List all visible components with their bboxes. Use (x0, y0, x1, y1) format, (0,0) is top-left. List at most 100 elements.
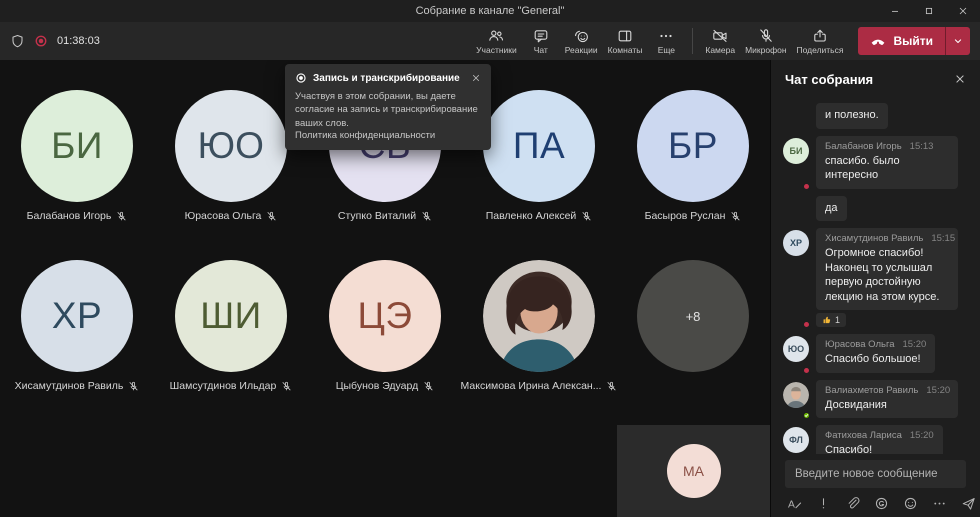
participant-name: Балабанов Игорь (27, 210, 112, 222)
compose-more-icon[interactable] (932, 496, 947, 511)
participant-name-row: Павленко Алексей (486, 209, 593, 223)
message-photo-avatar (783, 382, 809, 408)
presence-busy-badge (802, 320, 811, 329)
priority-icon[interactable] (816, 496, 831, 511)
recording-indicator-icon (34, 34, 48, 48)
mic-muted-icon (421, 211, 432, 222)
chat-close-button[interactable] (954, 73, 966, 85)
participant-tile[interactable]: БР Басыров Руслан (616, 90, 770, 223)
participant-name: Хисамутдинов Равиль (15, 380, 124, 392)
participant-tile[interactable]: ХР Хисамутдинов Равиль (0, 260, 154, 393)
rooms-icon (617, 28, 633, 44)
message-text: спасибо. было интересно (825, 154, 949, 183)
message-avatar: ХР (783, 230, 809, 256)
chat-title: Чат собрания (785, 72, 873, 87)
message-author: Фатихова Лариса (825, 430, 902, 441)
leave-button[interactable]: Выйти (858, 27, 970, 55)
participant-avatar: ХР (21, 260, 133, 372)
message-avatar-wrap (783, 382, 809, 419)
message-time: 15:20 (926, 385, 950, 396)
message-avatar-wrap: ЮО (783, 336, 809, 373)
participant-name-row: Шамсутдинов Ильдар (170, 379, 293, 393)
chat-header: Чат собрания (771, 60, 980, 90)
rooms-button[interactable]: Комнаты (603, 28, 648, 55)
more-icon (658, 28, 674, 44)
banner-close-button[interactable] (471, 73, 481, 83)
participant-avatar: БР (637, 90, 749, 202)
chat-message-continuation: да (816, 196, 970, 222)
participant-name-row: Басыров Руслан (645, 209, 742, 223)
thumbs-up-icon (822, 315, 832, 325)
participants-button[interactable]: Участники (471, 28, 522, 55)
participant-name: Ступко Виталий (338, 210, 416, 222)
chat-message-continuation: и полезно. (816, 103, 970, 129)
message-author: Балабанов Игорь (825, 141, 902, 152)
window-titlebar: Собрание в канале "General" (0, 0, 980, 22)
mic-muted-icon (128, 381, 139, 392)
participant-tile[interactable]: БИ Балабанов Игорь (0, 90, 154, 223)
message-input[interactable] (785, 460, 966, 488)
mic-muted-icon (423, 381, 434, 392)
message-reaction-chip[interactable]: 1 (816, 313, 846, 327)
message-avatar-wrap: ХР (783, 230, 809, 327)
meeting-toolbar: 01:38:03 Участники Чат Реакции Комнаты Е… (0, 22, 980, 60)
camera-button[interactable]: Камера (700, 28, 740, 55)
minimize-button[interactable] (878, 0, 912, 22)
more-button[interactable]: Еще (647, 28, 685, 55)
message-avatar: БИ (783, 138, 809, 164)
share-button[interactable]: Поделиться (792, 28, 849, 55)
message-text: Досвидания (825, 398, 949, 413)
mic-muted-icon (581, 211, 592, 222)
participant-tile[interactable]: ЦЭЦыбунов Эдуард (308, 260, 462, 393)
participant-avatar: БИ (21, 90, 133, 202)
message-avatar: ЮО (783, 336, 809, 362)
attach-icon[interactable] (845, 496, 860, 511)
participant-avatar: ЮО (175, 90, 287, 202)
microphone-button[interactable]: Микрофон (740, 28, 791, 55)
reactions-icon (573, 28, 589, 44)
message-time: 15:13 (910, 141, 934, 152)
mic-muted-icon (266, 211, 277, 222)
reactions-button[interactable]: Реакции (560, 28, 603, 55)
giphy-icon[interactable] (874, 496, 889, 511)
banner-title: Запись и транскрибирование (313, 73, 465, 84)
window-controls (878, 0, 980, 22)
mic-muted-icon (581, 211, 592, 222)
overflow-participants-tile[interactable]: +8 (616, 260, 770, 393)
message-text: Спасибо большое! (825, 352, 926, 367)
participant-name-row: Хисамутдинов Равиль (15, 379, 140, 393)
camera-off-icon (712, 28, 728, 44)
banner-body-text: Участвуя в этом собрании, вы даете согла… (295, 90, 481, 130)
chat-compose: A (771, 454, 980, 517)
self-view-tile[interactable]: МА (617, 425, 770, 517)
participant-photo (783, 382, 809, 408)
close-button[interactable] (946, 0, 980, 22)
emoji-icon[interactable] (903, 496, 918, 511)
message-time: 15:15 (931, 233, 955, 244)
participant-name-row: Максимова Ирина Алексан... (461, 379, 618, 393)
message-text: Спасибо! (825, 443, 934, 454)
maximize-button[interactable] (912, 0, 946, 22)
format-icon[interactable]: A (787, 496, 802, 511)
people-icon (488, 28, 504, 44)
participant-tile[interactable]: ШИШамсутдинов Ильдар (154, 260, 308, 393)
message-avatar-wrap: БИ (783, 138, 809, 189)
chat-button[interactable]: Чат (522, 28, 560, 55)
participant-tile[interactable]: Максимова Ирина Алексан... (462, 260, 616, 393)
participant-avatar: +8 (637, 260, 749, 372)
leave-options-button[interactable] (945, 27, 970, 55)
participant-avatar: ПА (483, 90, 595, 202)
chat-message-list: и полезно. БИ Балабанов Игорь 15:13 спасибо.… (771, 90, 980, 454)
share-icon (812, 28, 828, 44)
mic-muted-icon (281, 381, 292, 392)
mic-muted-icon (281, 381, 292, 392)
send-icon[interactable] (961, 496, 976, 511)
chat-message-bubble: да (816, 196, 847, 222)
chat-message-bubble: Валиахметов Равиль15:20Досвидания (816, 380, 958, 419)
participant-name-row: Ступко Виталий (338, 209, 432, 223)
chevron-down-icon (952, 35, 964, 47)
privacy-policy-link[interactable]: Политика конфиденциальности (295, 130, 481, 141)
participant-name: Шамсутдинов Ильдар (170, 380, 277, 392)
record-icon (295, 72, 307, 84)
message-author: Хисамутдинов Равиль (825, 233, 923, 244)
